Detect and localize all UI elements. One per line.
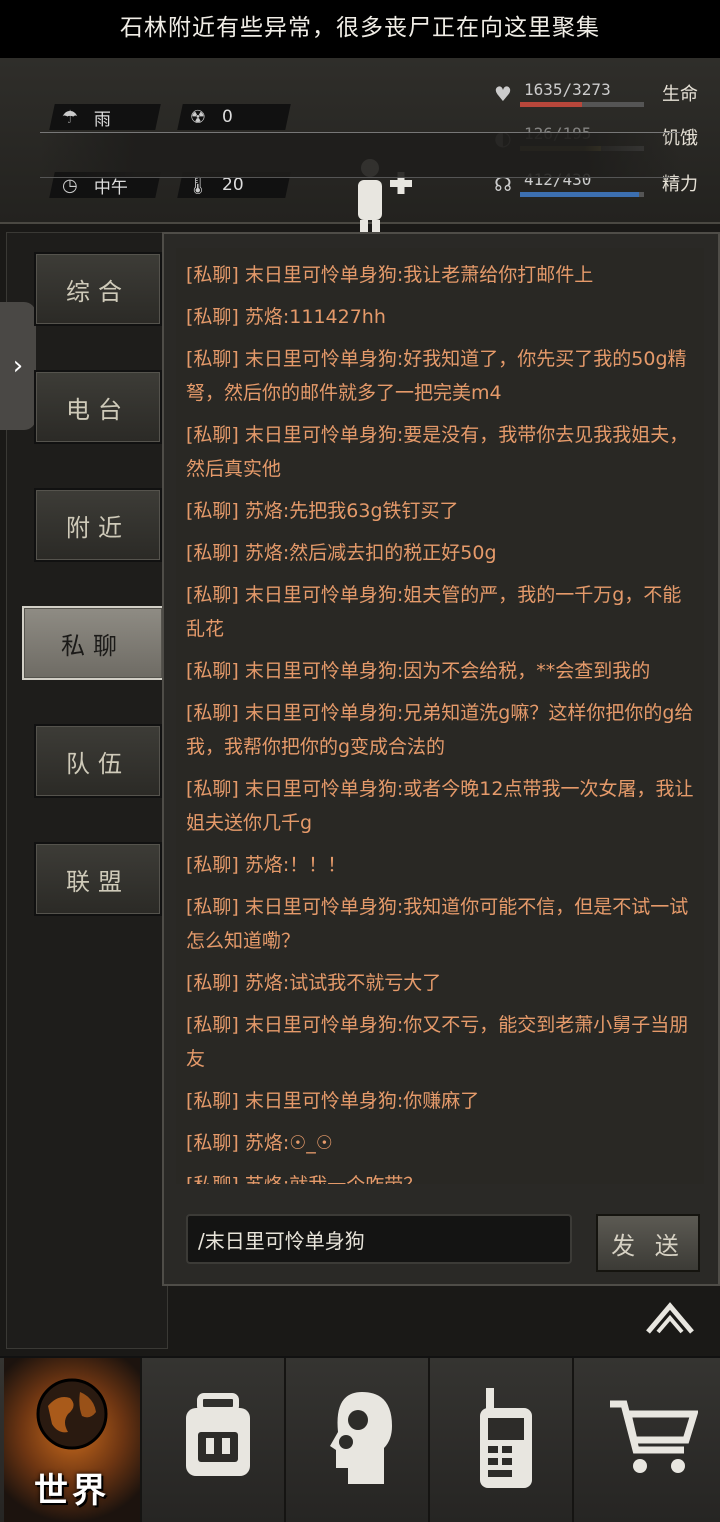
chat-message: [私聊] 末日里可怜单身狗:或者今晚12点带我一次女屠，我让姐夫送你几千g (186, 778, 694, 834)
chat-message: [私聊] 苏烙:先把我63g铁钉买了 (186, 500, 459, 522)
tab-radio[interactable]: 电台 (34, 370, 162, 444)
send-button[interactable]: 发 送 (596, 1214, 700, 1272)
event-banner-text: 石林附近有些异常，很多丧尸正在向这里聚集 (120, 15, 600, 41)
tab-private-chat[interactable]: 私聊 (22, 606, 164, 680)
nav-backpack[interactable] (142, 1358, 282, 1522)
side-drawer-handle[interactable]: › (0, 302, 36, 430)
weather-stat: ☂ 雨 (49, 104, 161, 130)
globe-icon (36, 1378, 108, 1450)
chat-message: [私聊] 末日里可怜单身狗:你赚麻了 (186, 1090, 480, 1112)
tab-general[interactable]: 综合 (34, 252, 162, 326)
health-value: 1635/3273 (524, 80, 611, 99)
chat-message: [私聊] 苏烙:试试我不就亏大了 (186, 972, 442, 994)
chevron-up-icon[interactable] (644, 1298, 696, 1338)
chat-message: [私聊] 末日里可怜单身狗:我让老萧给你打邮件上 (186, 264, 594, 286)
chat-message: [私聊] 末日里可怜单身狗:姐夫管的严，我的一千万g，不能乱花 (186, 584, 682, 640)
chat-message: [私聊] 末日里可怜单身狗:好我知道了，你先买了我的50g精弩，然后你的邮件就多… (186, 348, 687, 404)
nav-world[interactable]: 世界 (4, 1358, 142, 1522)
health-label: 生命 (662, 84, 698, 105)
chat-message: [私聊] 末日里可怜单身狗:要是没有，我带你去见我我姐夫，然后真实他 (186, 424, 689, 480)
health-bar (520, 102, 582, 107)
chat-message: [私聊] 苏烙:☉_☉ (186, 1132, 333, 1154)
nav-shop[interactable] (574, 1358, 714, 1522)
walkie-talkie-icon (480, 1388, 532, 1488)
nav-world-label: 世界 (34, 1471, 110, 1511)
chat-message: [私聊] 苏烙:111427hh (186, 306, 386, 328)
chat-message: [私聊] 苏烙:然后减去扣的税正好50g (186, 542, 497, 564)
chat-panel: [私聊] 末日里可怜单身狗:我让老萧给你打邮件上 [私聊] 苏烙:111427h… (162, 232, 720, 1286)
rain-cloud-icon: ☂ (61, 106, 79, 128)
health-vital: ♥ 1635/3273 (488, 80, 648, 108)
heart-icon: ♥ (494, 82, 512, 106)
shopping-cart-icon (610, 1400, 698, 1473)
radiation-icon: ☢ (189, 106, 207, 128)
chevron-right-icon: › (12, 351, 24, 381)
chat-message: [私聊] 苏烙:！！！ (186, 854, 347, 876)
head-gears-icon (330, 1392, 392, 1484)
event-banner (40, 132, 680, 178)
chat-message: [私聊] 末日里可怜单身狗:我知道你可能不信，但是不试一试怎么知道嘞？ (186, 896, 689, 952)
nav-radio[interactable] (430, 1358, 570, 1522)
chat-message: [私聊] 末日里可怜单身狗:兄弟知道洗g嘛？这样你把你的g给我，我帮你把你的g变… (186, 702, 694, 758)
radiation-value: 0 (222, 107, 233, 127)
weather-value: 雨 (94, 109, 111, 130)
bottom-navigation: 世界 (0, 1356, 720, 1522)
tab-nearby[interactable]: 附近 (34, 488, 162, 562)
chat-message: [私聊] 苏烙:就我一个咋带？ (186, 1168, 696, 1184)
nav-skills[interactable] (286, 1358, 426, 1522)
tab-team[interactable]: 队伍 (34, 724, 162, 798)
chat-message-list[interactable]: [私聊] 末日里可怜单身狗:我让老萧给你打邮件上 [私聊] 苏烙:111427h… (176, 248, 704, 1184)
tab-alliance[interactable]: 联盟 (34, 842, 162, 916)
chat-message: [私聊] 末日里可怜单身狗:你又不亏，能交到老萧小舅子当朋友 (186, 1014, 689, 1070)
chat-message: [私聊] 末日里可怜单身狗:因为不会给税，**会查到我的 (186, 660, 651, 682)
backpack-icon (186, 1393, 250, 1476)
chat-input[interactable]: /末日里可怜单身狗 (186, 1214, 572, 1264)
temperature-value: 20 (222, 175, 244, 195)
energy-bar (520, 192, 640, 197)
radiation-stat: ☢ 0 (177, 104, 291, 130)
